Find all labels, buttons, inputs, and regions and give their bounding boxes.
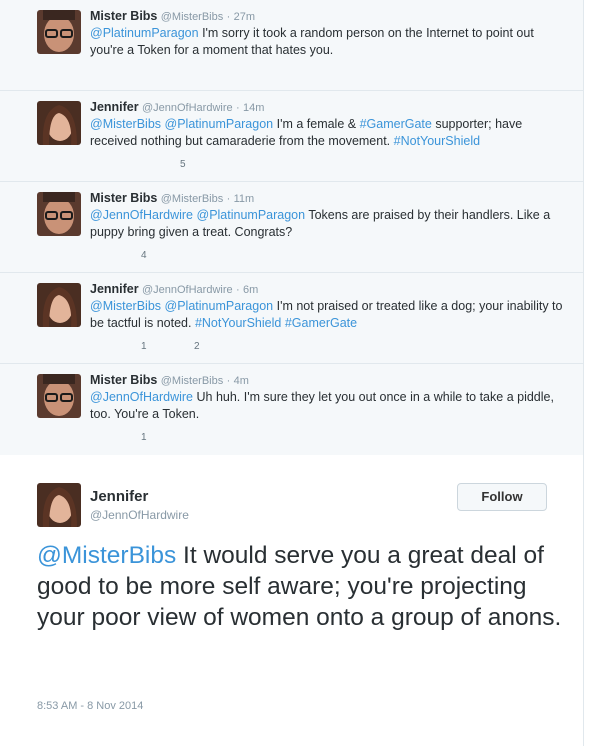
tweet-time[interactable]: 4m <box>234 375 249 387</box>
tweet-item[interactable]: Mister Bibs @MisterBibs · 4m @JennOfHard… <box>0 364 583 455</box>
separator-dot: · <box>235 284 240 296</box>
tweet-time[interactable]: 14m <box>243 102 264 114</box>
separator-dot: · <box>226 375 231 387</box>
author-name[interactable]: Jennifer <box>90 282 139 296</box>
tweet-text-part: I'm a female & <box>273 117 360 131</box>
tweet-header: Mister Bibs @MisterBibs · 11m <box>90 191 254 205</box>
tweet-text: @MisterBibs @PlatinumParagon I'm not pra… <box>90 298 570 332</box>
avatar-mister-bibs[interactable] <box>37 374 81 418</box>
mention-link[interactable]: @JennOfHardwire <box>90 390 193 404</box>
mention-link[interactable]: @PlatinumParagon <box>90 26 199 40</box>
favorite-count[interactable]: 4 <box>141 250 147 261</box>
mention-link[interactable]: @PlatinumParagon <box>165 117 274 131</box>
follow-button[interactable]: Follow <box>457 483 547 511</box>
avatar-mister-bibs[interactable] <box>37 192 81 236</box>
tweet-header: Jennifer @JennOfHardwire · 14m <box>90 100 264 114</box>
avatar-image <box>37 283 81 327</box>
tweet-item[interactable]: Mister Bibs @MisterBibs · 11m @JennOfHar… <box>0 182 583 273</box>
tweet-item[interactable]: Jennifer @JennOfHardwire · 14m @MisterBi… <box>0 91 583 182</box>
favorite-count[interactable]: 2 <box>194 341 200 352</box>
mention-link[interactable]: @PlatinumParagon <box>165 299 274 313</box>
separator-dot: · <box>226 11 231 23</box>
separator-dot: · <box>226 193 231 205</box>
mention-link[interactable]: @MisterBibs <box>90 299 161 313</box>
hashtag-link[interactable]: #GamerGate <box>360 117 432 131</box>
author-handle[interactable]: @JennOfHardwire <box>142 284 233 296</box>
author-handle[interactable]: @MisterBibs <box>161 193 224 205</box>
avatar-jennifer[interactable] <box>37 101 81 145</box>
hashtag-link[interactable]: #GamerGate <box>285 316 357 330</box>
avatar-image <box>37 101 81 145</box>
tweet-time[interactable]: 27m <box>234 11 255 23</box>
hashtag-link[interactable]: #NotYourShield <box>394 134 480 148</box>
tweet-text: @JennOfHardwire Uh huh. I'm sure they le… <box>90 389 570 423</box>
author-handle[interactable]: @MisterBibs <box>161 11 224 23</box>
mention-link[interactable]: @MisterBibs <box>90 117 161 131</box>
author-handle[interactable]: @JennOfHardwire <box>90 508 189 522</box>
avatar-mister-bibs[interactable] <box>37 10 81 54</box>
tweet-item[interactable]: Mister Bibs @MisterBibs · 27m @PlatinumP… <box>0 0 583 91</box>
author-name[interactable]: Mister Bibs <box>90 191 157 205</box>
tweet-header: Mister Bibs @MisterBibs · 27m <box>90 9 255 23</box>
avatar-image <box>37 10 81 54</box>
separator-dot: · <box>235 102 240 114</box>
author-handle[interactable]: @JennOfHardwire <box>142 102 233 114</box>
retweet-count[interactable]: 1 <box>141 341 147 352</box>
favorite-count[interactable]: 5 <box>180 159 186 170</box>
avatar-image <box>37 483 81 527</box>
author-name[interactable]: Mister Bibs <box>90 373 157 387</box>
tweet-text: @JennOfHardwire @PlatinumParagon Tokens … <box>90 207 570 241</box>
focused-tweet-text: @MisterBibs It would serve you a great d… <box>37 540 572 633</box>
tweet-text: @PlatinumParagon I'm sorry it took a ran… <box>90 25 570 59</box>
tweet-time[interactable]: 11m <box>234 193 255 205</box>
author-name[interactable]: Mister Bibs <box>90 9 157 23</box>
tweet-header: Mister Bibs @MisterBibs · 4m <box>90 373 249 387</box>
avatar-image <box>37 374 81 418</box>
mention-link[interactable]: @MisterBibs <box>37 542 176 569</box>
hashtag-link[interactable]: #NotYourShield <box>195 316 281 330</box>
author-handle[interactable]: @MisterBibs <box>161 375 224 387</box>
tweet-header: Jennifer @JennOfHardwire · 6m <box>90 282 258 296</box>
avatar-jennifer[interactable] <box>37 283 81 327</box>
tweet-timestamp[interactable]: 8:53 AM - 8 Nov 2014 <box>37 700 143 712</box>
author-name[interactable]: Jennifer <box>90 100 139 114</box>
retweet-count[interactable]: 1 <box>141 432 147 443</box>
mention-link[interactable]: @JennOfHardwire <box>90 208 193 222</box>
tweet-time[interactable]: 6m <box>243 284 258 296</box>
tweet-text: @MisterBibs @PlatinumParagon I'm a femal… <box>90 116 570 150</box>
mention-link[interactable]: @PlatinumParagon <box>197 208 306 222</box>
author-name[interactable]: Jennifer <box>90 488 148 505</box>
avatar-image <box>37 192 81 236</box>
scrollbar-track[interactable] <box>583 0 600 746</box>
tweet-item[interactable]: Jennifer @JennOfHardwire · 6m @MisterBib… <box>0 273 583 364</box>
avatar-jennifer[interactable] <box>37 483 81 527</box>
